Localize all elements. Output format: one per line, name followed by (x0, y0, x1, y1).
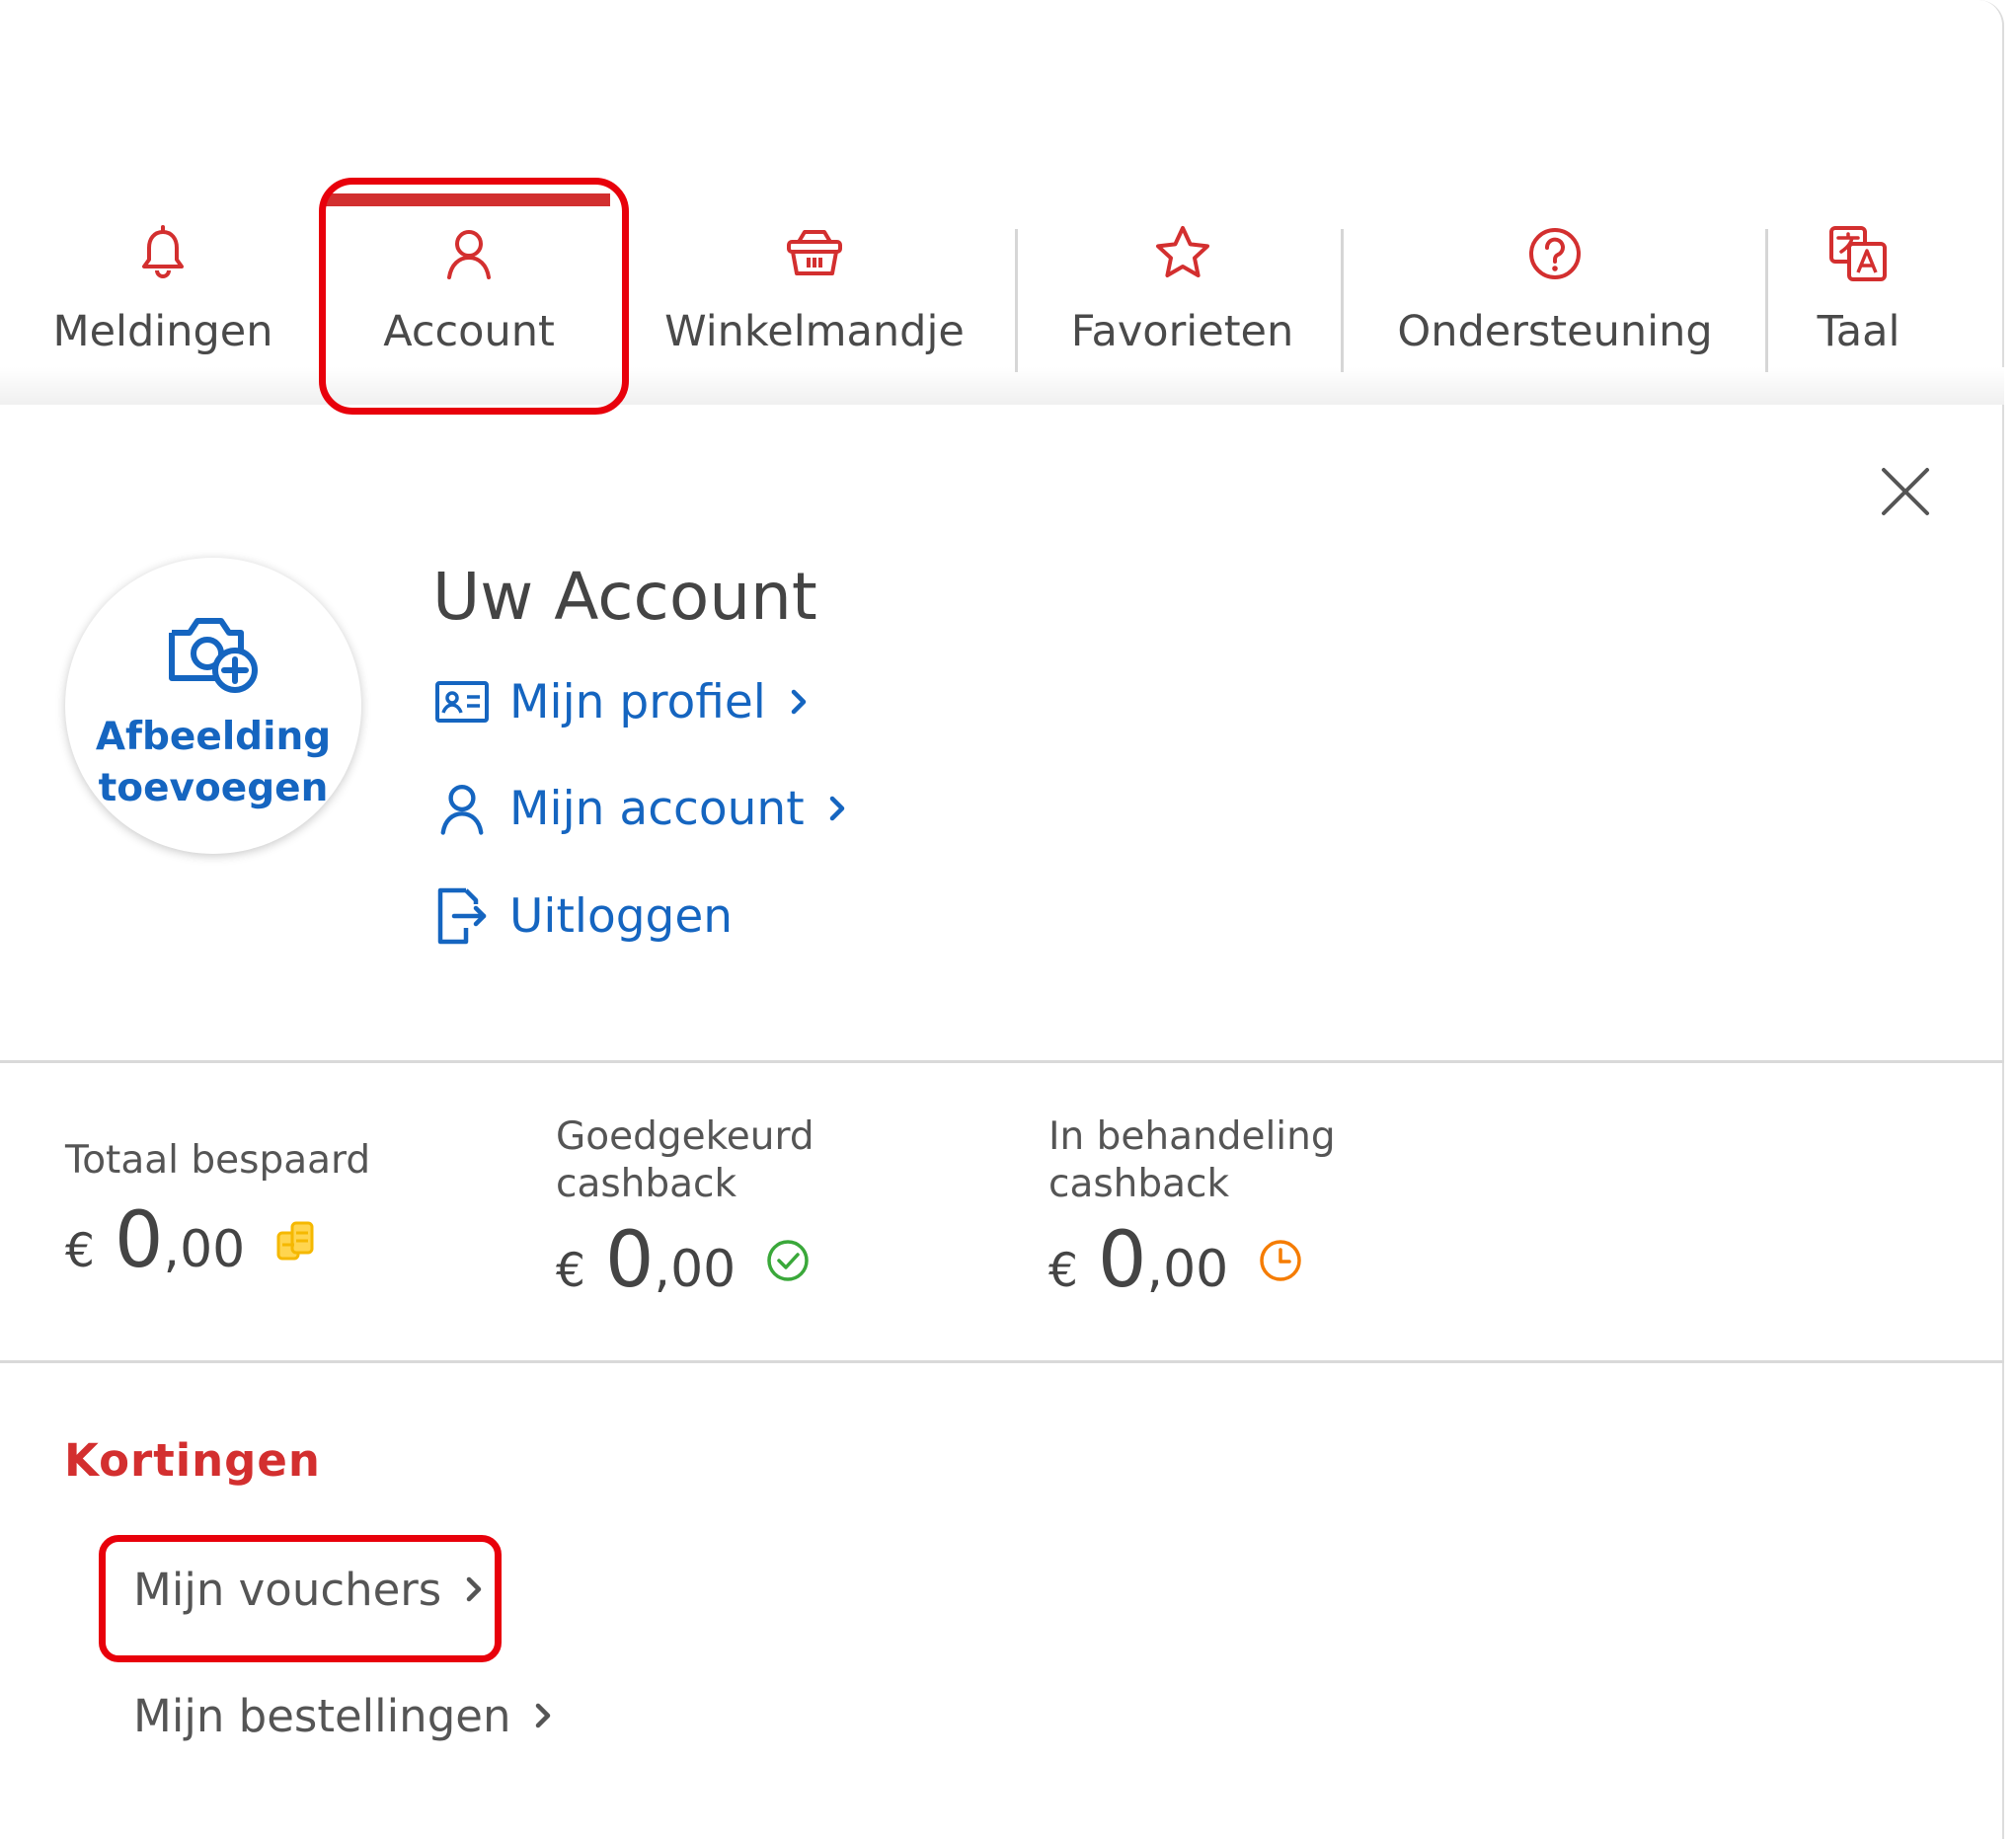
stat-amount: € 0 ,00 (65, 1196, 318, 1285)
amount-decimal: ,00 (654, 1240, 737, 1299)
vouchers-highlight-box (99, 1535, 502, 1662)
check-circle-icon (767, 1240, 809, 1281)
user-icon (440, 784, 484, 835)
nav-separator (1765, 229, 1768, 372)
stat-label: In behandeling (1048, 1114, 1336, 1159)
stat-label-line2: cashback (556, 1162, 737, 1206)
nav-item-winkelmandje[interactable]: Winkelmandje (657, 222, 972, 380)
avatar-label-line2: toevoegen (98, 766, 329, 810)
add-image-button[interactable]: Afbeelding toevoegen (65, 558, 361, 854)
amount-integer: 0 (604, 1216, 655, 1305)
my-account-link[interactable]: Mijn account (434, 774, 846, 843)
amount-decimal: ,00 (163, 1220, 246, 1279)
top-navigation: Meldingen Account Winkelmandje Favoriete… (0, 0, 2004, 415)
discounts-title: Kortingen (64, 1434, 321, 1487)
stat-label: Totaal bespaard (65, 1138, 371, 1183)
basket-icon (787, 230, 842, 275)
nav-label: Meldingen (52, 307, 273, 356)
clock-icon (1260, 1240, 1301, 1281)
link-label: Mijn profiel (509, 674, 766, 729)
my-profile-link[interactable]: Mijn profiel (434, 667, 808, 736)
link-label: Mijn account (509, 781, 805, 836)
nav-label: Winkelmandje (664, 307, 965, 356)
avatar-label-line1: Afbeelding (95, 715, 332, 759)
question-circle-icon (1529, 228, 1581, 279)
currency-symbol: € (556, 1244, 585, 1298)
currency-symbol: € (65, 1224, 95, 1278)
camera-add-icon (169, 618, 258, 693)
nav-item-meldingen[interactable]: Meldingen (39, 222, 286, 380)
logout-link[interactable]: Uitloggen (434, 881, 733, 951)
nav-label: Ondersteuning (1397, 307, 1713, 356)
bell-icon (142, 225, 184, 278)
id-card-icon (435, 681, 489, 723)
nav-separator (1341, 229, 1344, 372)
stat-pending-cashback: In behandeling cashback € 0 ,00 (1048, 1113, 1336, 1305)
stat-total-saved: Totaal bespaard € 0 ,00 (65, 1137, 371, 1285)
nav-item-taal[interactable]: Taal (1807, 222, 1910, 380)
amount-decimal: ,00 (1146, 1240, 1229, 1299)
nav-separator (1015, 229, 1018, 372)
stat-label: Goedgekeurd (556, 1114, 814, 1159)
nav-label: Taal (1817, 307, 1900, 356)
link-label: Mijn bestellingen (133, 1689, 511, 1742)
divider (0, 1060, 2004, 1063)
link-label: Uitloggen (509, 888, 734, 944)
nav-label: Favorieten (1070, 307, 1294, 356)
chevron-right-icon (791, 689, 807, 715)
stat-amount: € 0 ,00 (1048, 1216, 1303, 1305)
close-icon[interactable] (1876, 462, 1935, 521)
currency-symbol: € (1048, 1244, 1078, 1298)
amount-integer: 0 (1097, 1216, 1147, 1305)
amount-integer: 0 (114, 1196, 164, 1285)
account-title: Uw Account (432, 559, 817, 635)
stat-amount: € 0 ,00 (556, 1216, 811, 1305)
my-orders-link[interactable]: Mijn bestellingen (133, 1681, 552, 1750)
star-icon (1155, 226, 1209, 277)
nav-item-ondersteuning[interactable]: Ondersteuning (1392, 222, 1718, 380)
account-highlight-box (319, 178, 629, 415)
translate-icon (1828, 226, 1887, 281)
stat-label-line2: cashback (1048, 1162, 1230, 1206)
chevron-right-icon (829, 796, 844, 821)
stat-approved-cashback: Goedgekeurd cashback € 0 ,00 (556, 1113, 814, 1305)
nav-item-favorieten[interactable]: Favorieten (1066, 222, 1298, 380)
divider (0, 1360, 2004, 1363)
chevron-right-icon (536, 1703, 551, 1728)
coins-icon (276, 1221, 314, 1261)
logout-icon (437, 887, 487, 945)
